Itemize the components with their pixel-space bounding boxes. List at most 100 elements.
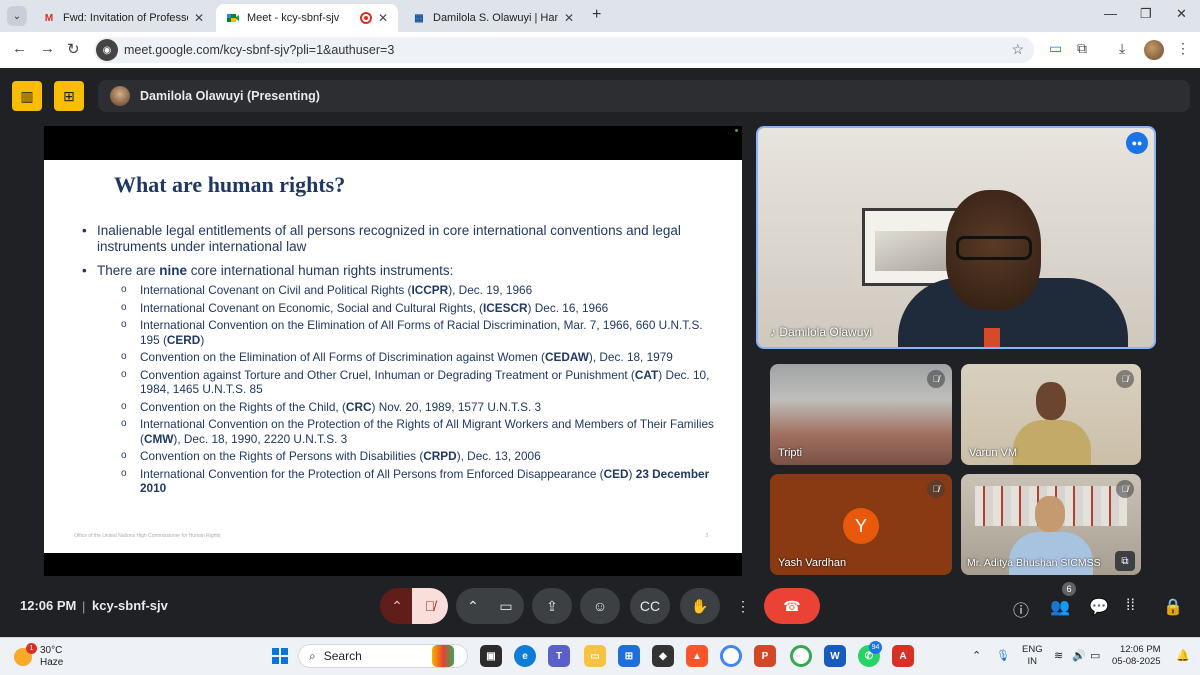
instrument-acronym: CED — [603, 466, 629, 481]
url-text[interactable]: meet.google.com/kcy-sbnf-sjv?pli=1&authu… — [124, 43, 394, 57]
website-icon: ▦ — [414, 12, 424, 24]
host-controls-icon[interactable]: 🔒 — [1163, 597, 1183, 617]
forward-icon[interactable]: → — [40, 40, 55, 57]
download-icon[interactable]: ⤓ — [1119, 40, 1125, 57]
chrome-profile-icon[interactable] — [790, 645, 812, 667]
instrument-item: Convention on the Elimination of All For… — [97, 350, 722, 365]
close-window-icon[interactable]: ✕ — [1176, 6, 1187, 22]
meeting-info-icon[interactable]: ⓘ — [1013, 597, 1029, 621]
back-icon[interactable]: ← — [12, 40, 27, 57]
close-tab-icon[interactable]: ✕ — [194, 11, 204, 25]
microphone-icon[interactable]: 🎙 — [996, 649, 1010, 662]
pin-icon[interactable]: ⧉ — [1115, 551, 1135, 571]
close-tab-icon[interactable]: ✕ — [378, 11, 388, 25]
camera-button[interactable]: ▭ — [488, 588, 524, 624]
close-tab-icon[interactable]: ✕ — [564, 11, 574, 25]
search-label: Search — [323, 649, 362, 663]
profile-avatar[interactable] — [1144, 40, 1164, 60]
app-icon[interactable]: ◆ — [652, 645, 674, 667]
language-indicator[interactable]: ENG IN — [1022, 644, 1043, 668]
instrument-item: International Covenant on Civil and Poli… — [97, 283, 722, 298]
instrument-acronym: CERD — [166, 332, 201, 347]
participant-shirt — [1013, 420, 1091, 465]
minimize-icon[interactable]: — — [1104, 6, 1117, 21]
people-icon[interactable]: 👥 — [1050, 597, 1070, 617]
task-view-icon[interactable]: ▣ — [480, 645, 502, 667]
captions-button[interactable]: CC — [630, 588, 670, 624]
site-info-icon[interactable]: ◉ — [96, 39, 118, 61]
presenter-avatar — [110, 86, 130, 106]
weather-condition: Haze — [40, 657, 64, 668]
present-screen-button[interactable]: ⇪ — [532, 588, 572, 624]
acrobat-icon[interactable]: A — [892, 645, 914, 667]
presentation-layout-icon[interactable]: ⊞ — [54, 81, 84, 111]
mic-off-button[interactable]: 🎙̸ — [412, 588, 448, 624]
tab-search-dropdown-icon[interactable]: ⌄ — [7, 6, 27, 26]
new-tab-icon[interactable]: + — [592, 6, 601, 24]
notifications-icon[interactable]: 🔔 — [1176, 649, 1190, 662]
more-options-icon[interactable]: ⋮ — [730, 588, 756, 624]
participant-tile-varun[interactable]: 🎙̸ Varun VM — [961, 364, 1141, 465]
instrument-text: International Convention on the Eliminat… — [140, 318, 703, 347]
instrument-text: International Covenant on Civil and Poli… — [140, 283, 412, 297]
reload-icon[interactable]: ↻ — [67, 40, 80, 58]
tab-website[interactable]: ▦ Damilola S. Olawuyi | Hamad Bi ✕ — [402, 4, 584, 32]
windows-start-icon[interactable] — [272, 648, 288, 664]
participant-tile-speaker[interactable]: ●● ♪ Damilola Olawuyi — [756, 126, 1156, 349]
bullet-text-pre: There are — [97, 263, 160, 278]
instrument-item: International Convention on the Eliminat… — [97, 318, 722, 347]
weather-widget[interactable]: 1 30°C Haze — [14, 643, 64, 669]
mic-off-icon: 🎙̸ — [1116, 370, 1134, 388]
brave-icon[interactable]: ▲ — [686, 645, 708, 667]
extensions-icon[interactable]: ⧉ — [1077, 40, 1087, 57]
chrome-icon[interactable] — [720, 645, 742, 667]
menu-icon[interactable]: ⋮ — [1176, 40, 1190, 57]
instrument-text: ), Dec. 18, 1979 — [588, 350, 673, 364]
activities-icon[interactable]: ⁞⁞ — [1126, 597, 1135, 615]
slide-footer: Office of the United Nations High Commis… — [74, 533, 221, 539]
docs-extension-icon[interactable]: ▭ — [1049, 40, 1062, 57]
separator: | — [82, 599, 86, 614]
presenter-label: Damilola Olawuyi (Presenting) — [140, 89, 320, 103]
gmail-icon: M — [44, 12, 54, 24]
participant-tile-aditya[interactable]: 🎙̸ ⧉ Mr. Aditya Bhushan SICMSS — [961, 474, 1141, 575]
slide-title: What are human rights? — [114, 172, 346, 197]
instrument-text: ) Nov. 20, 1989, 1577 U.N.T.S. 3 — [371, 399, 542, 414]
system-clock[interactable]: 12:06 PM 05-08-2025 — [1112, 644, 1161, 668]
battery-icon[interactable]: ▭ — [1090, 649, 1100, 662]
emoji-reaction-button[interactable]: ☺ — [580, 588, 620, 624]
meet-icon — [226, 11, 240, 25]
stop-presenting-icon[interactable]: ▥ — [12, 81, 42, 111]
tab-meet[interactable]: Meet - kcy-sbnf-sjv ✕ — [216, 4, 398, 32]
instrument-text: Convention on the Elimination of All For… — [140, 350, 545, 364]
edge-icon[interactable]: e — [514, 645, 536, 667]
end-call-button[interactable]: ☎ — [764, 588, 820, 624]
widgets-icon[interactable] — [432, 645, 454, 667]
raise-hand-button[interactable]: ✋ — [680, 588, 720, 624]
participant-tile-tripti[interactable]: 🎙̸ Tripti — [770, 364, 952, 465]
search-icon: ⌕ — [309, 648, 316, 663]
instrument-item: International Convention for the Protect… — [97, 467, 722, 496]
powerpoint-icon[interactable]: P — [754, 645, 776, 667]
store-icon[interactable]: ⊞ — [618, 645, 640, 667]
wifi-icon[interactable]: ≋ — [1054, 649, 1063, 662]
restore-icon[interactable]: ❐ — [1140, 6, 1152, 22]
bookmark-star-icon[interactable]: ☆ — [1011, 41, 1024, 58]
audio-options-icon[interactable]: ⌃ — [380, 588, 414, 624]
show-hidden-icons-icon[interactable]: ⌃ — [972, 649, 981, 662]
volume-icon[interactable]: 🔊 — [1072, 649, 1086, 662]
participant-count-badge: 6 — [1062, 582, 1076, 596]
instrument-text: ) — [200, 332, 205, 347]
video-options-icon[interactable]: ⌃ — [456, 588, 490, 624]
participant-name: Yash Vardhan — [778, 557, 847, 569]
system-date: 05-08-2025 — [1112, 656, 1161, 667]
instrument-acronym: ICESCR — [482, 300, 528, 315]
participant-tile-yash[interactable]: Y 🎙̸ Yash Vardhan — [770, 474, 952, 575]
word-icon[interactable]: W — [824, 645, 846, 667]
omnibox[interactable]: ◉ meet.google.com/kcy-sbnf-sjv?pli=1&aut… — [94, 37, 1034, 63]
chat-icon[interactable]: 💬 — [1089, 597, 1109, 617]
language-code: ENG — [1022, 644, 1043, 655]
teams-icon[interactable]: T — [548, 645, 570, 667]
file-explorer-icon[interactable]: ▭ — [584, 645, 606, 667]
tab-gmail[interactable]: M Fwd: Invitation of Professor Ola ✕ — [32, 4, 214, 32]
